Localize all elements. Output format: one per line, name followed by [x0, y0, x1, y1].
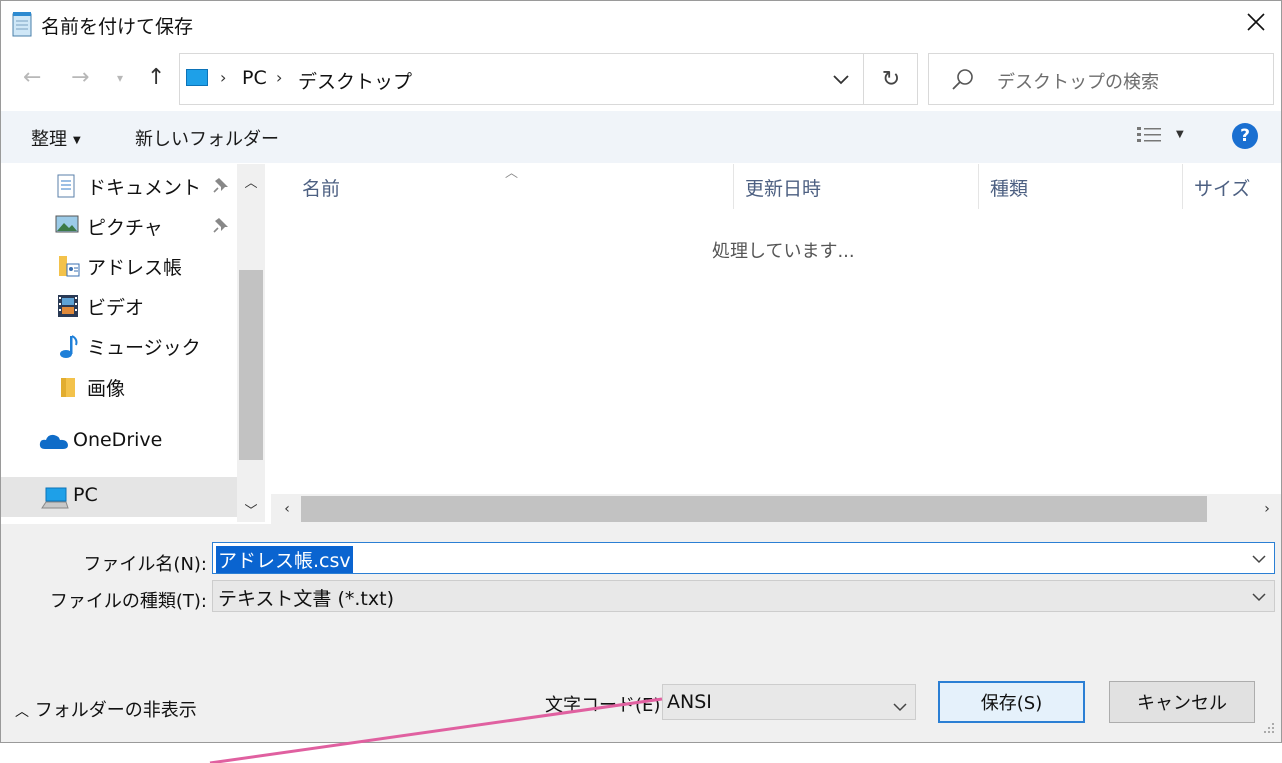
- annotation-pointer-line: [209, 697, 663, 763]
